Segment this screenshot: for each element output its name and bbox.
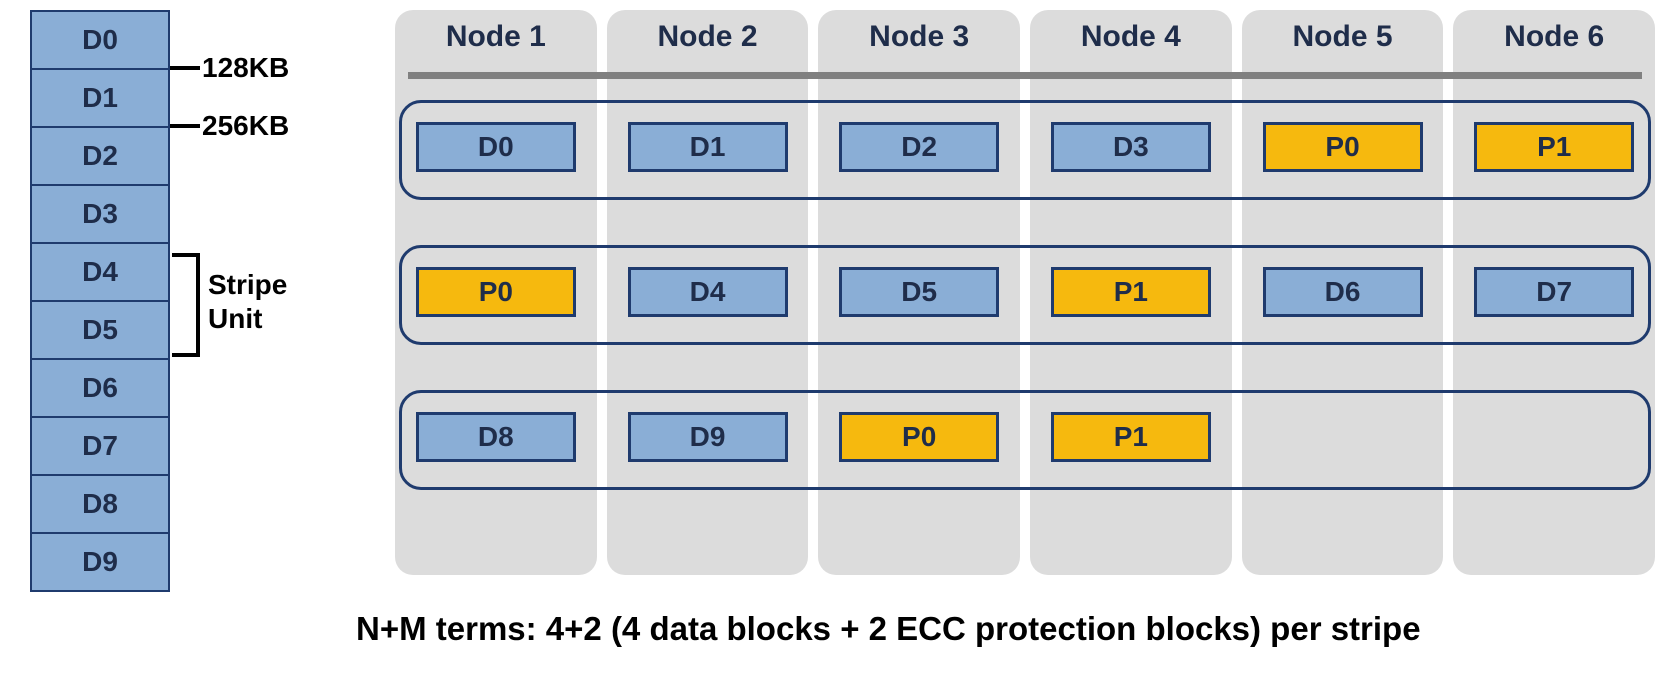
- data-block-d1: D1: [30, 68, 170, 128]
- node-col-5: Node 5 P0 D6: [1242, 10, 1444, 575]
- size-label-256: 256KB: [202, 110, 289, 142]
- data-block-d3: D3: [30, 184, 170, 244]
- data-block-d9: D9: [30, 532, 170, 592]
- stripe1-node2-block: D1: [628, 122, 788, 172]
- data-block-d7: D7: [30, 416, 170, 476]
- data-block-d4: D4: [30, 242, 170, 302]
- stripe2-node5-block: D6: [1263, 267, 1423, 317]
- stripe1-node3-block: D2: [839, 122, 999, 172]
- stripe3-node2-block: D9: [628, 412, 788, 462]
- data-block-d0: D0: [30, 10, 170, 70]
- node-col-2: Node 2 D1 D4 D9: [607, 10, 809, 575]
- node-col-4: Node 4 D3 P1 P1: [1030, 10, 1232, 575]
- stripe3-node3-block: P0: [839, 412, 999, 462]
- data-block-d2: D2: [30, 126, 170, 186]
- node-col-3: Node 3 D2 D5 P0: [818, 10, 1020, 575]
- nodes-row: Node 1 D0 P0 D8 Node 2 D1 D4 D9 Node 3 D…: [395, 10, 1655, 575]
- stripe2-node4-block: P1: [1051, 267, 1211, 317]
- node-title-6: Node 6: [1504, 10, 1604, 76]
- size-tick-128: [170, 66, 200, 70]
- stripe2-node2-block: D4: [628, 267, 788, 317]
- stripe-unit-bracket: [172, 253, 200, 357]
- node-title-3: Node 3: [869, 10, 969, 76]
- data-stack: D0 D1 D2 D3 D4 D5 D6 D7 D8 D9: [30, 10, 170, 592]
- node-col-1: Node 1 D0 P0 D8: [395, 10, 597, 575]
- node-title-2: Node 2: [657, 10, 757, 76]
- size-tick-256: [170, 124, 200, 128]
- data-block-d5: D5: [30, 300, 170, 360]
- stripe2-node1-block: P0: [416, 267, 576, 317]
- stripe2-node6-block: D7: [1474, 267, 1634, 317]
- stripe2-node3-block: D5: [839, 267, 999, 317]
- stripe3-node1-block: D8: [416, 412, 576, 462]
- data-block-d8: D8: [30, 474, 170, 534]
- stripe3-node4-block: P1: [1051, 412, 1211, 462]
- diagram-canvas: D0 D1 D2 D3 D4 D5 D6 D7 D8 D9 128KB 256K…: [0, 0, 1662, 682]
- node-title-5: Node 5: [1293, 10, 1393, 76]
- nodes-area: Node 1 D0 P0 D8 Node 2 D1 D4 D9 Node 3 D…: [395, 10, 1655, 575]
- stripe1-node1-block: D0: [416, 122, 576, 172]
- stripe-unit-label: Stripe Unit: [208, 268, 287, 335]
- stripe1-node4-block: D3: [1051, 122, 1211, 172]
- stripe1-node5-block: P0: [1263, 122, 1423, 172]
- node-title-1: Node 1: [446, 10, 546, 76]
- node-col-6: Node 6 P1 D7: [1453, 10, 1655, 575]
- data-block-d6: D6: [30, 358, 170, 418]
- nodes-divider: [408, 72, 1642, 79]
- size-label-128: 128KB: [202, 52, 289, 84]
- stripe1-node6-block: P1: [1474, 122, 1634, 172]
- diagram-caption: N+M terms: 4+2 (4 data blocks + 2 ECC pr…: [356, 610, 1652, 648]
- node-title-4: Node 4: [1081, 10, 1181, 76]
